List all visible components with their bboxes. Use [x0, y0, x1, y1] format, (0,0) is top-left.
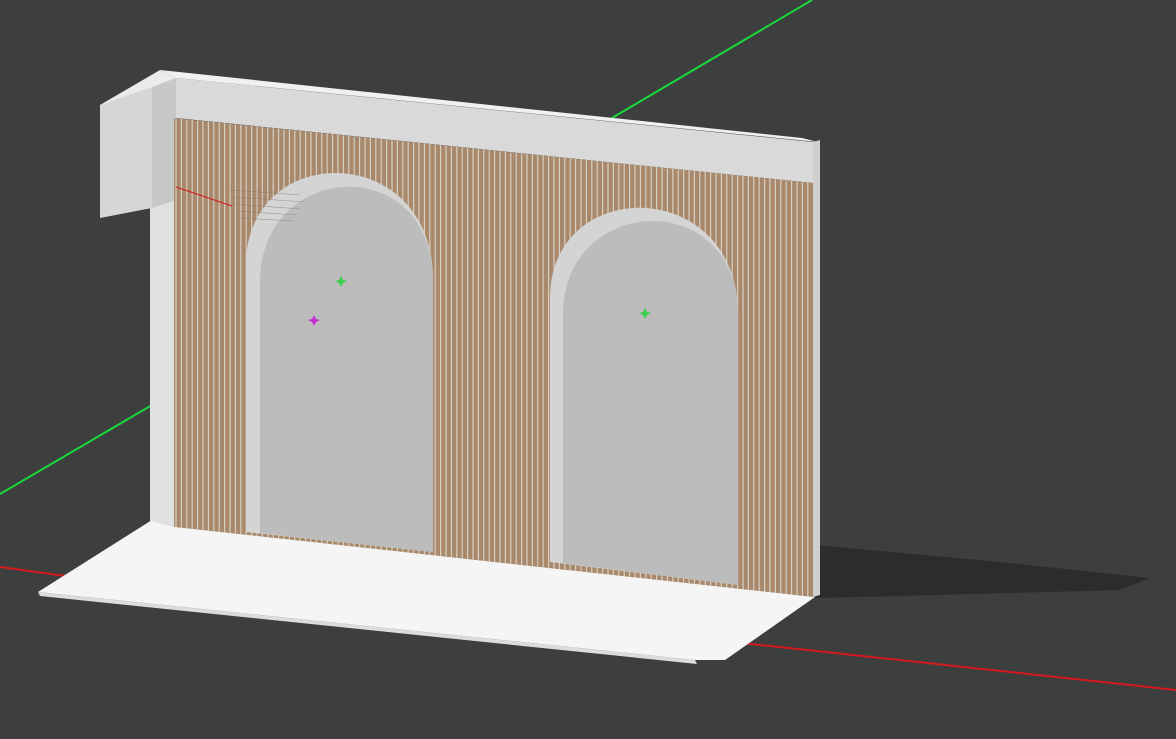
top-bracket-front[interactable]: [100, 87, 152, 218]
arch-left-back: [260, 186, 433, 552]
arch-opening-right[interactable]: [550, 207, 738, 585]
top-bracket-side: [152, 78, 176, 208]
3d-scene[interactable]: [0, 0, 1176, 739]
left-side-wall[interactable]: [150, 195, 174, 527]
wall-right-edge: [813, 140, 820, 597]
arch-opening-left[interactable]: [246, 173, 433, 552]
3d-viewport[interactable]: [0, 0, 1176, 739]
arch-right-back: [563, 221, 738, 585]
